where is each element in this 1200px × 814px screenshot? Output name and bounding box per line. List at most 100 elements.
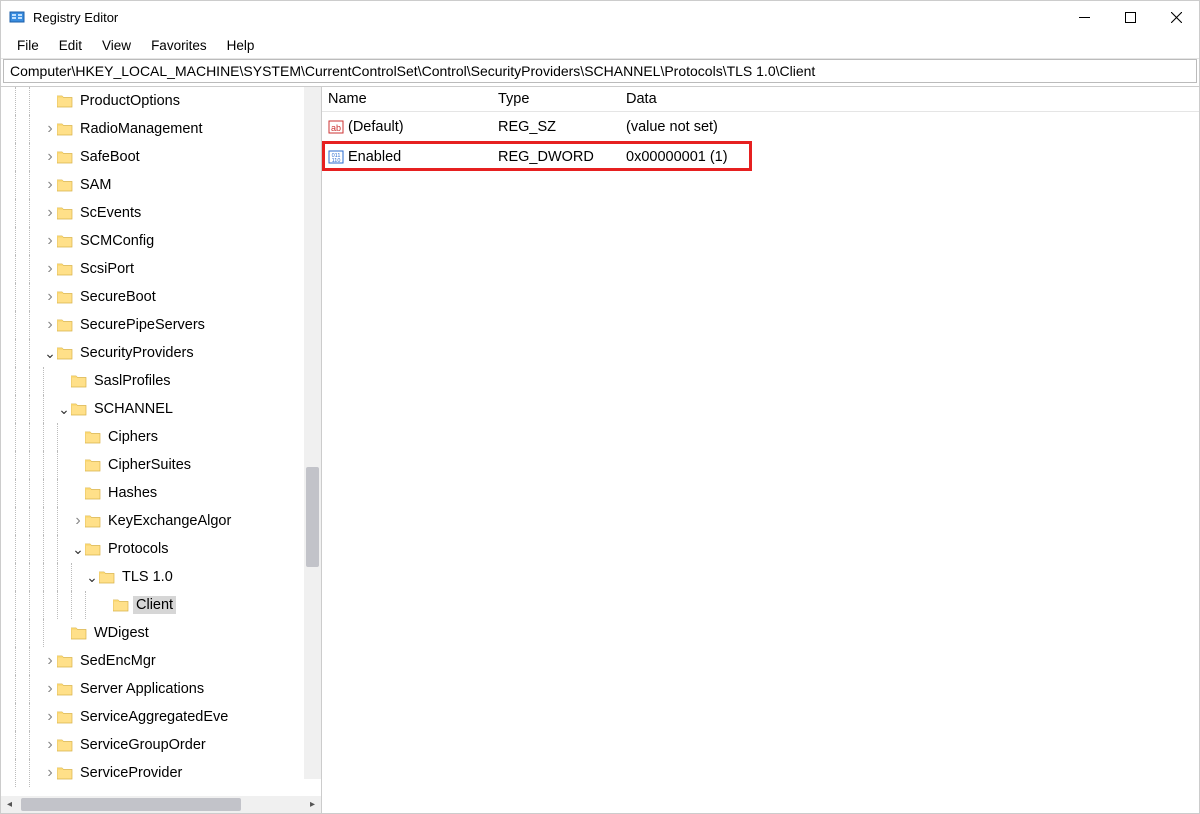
tree-item-label[interactable]: SafeBoot bbox=[77, 148, 143, 166]
folder-icon bbox=[57, 318, 73, 332]
tree-item[interactable]: ⌄ SecurityProviders bbox=[1, 339, 321, 367]
column-headers[interactable]: Name Type Data bbox=[322, 87, 1199, 112]
tree-item-label[interactable]: ServiceGroupOrder bbox=[77, 736, 209, 754]
tree-item-label[interactable]: Server Applications bbox=[77, 680, 207, 698]
chevron-down-icon[interactable]: ⌄ bbox=[71, 541, 85, 558]
tree-item[interactable]: WDigest bbox=[1, 619, 321, 647]
titlebar[interactable]: Registry Editor bbox=[1, 1, 1199, 33]
values-list[interactable]: ab(Default)REG_SZ(value not set)011110En… bbox=[322, 112, 1199, 813]
tree-item-label[interactable]: CipherSuites bbox=[105, 456, 194, 474]
tree-item[interactable]: › SAM bbox=[1, 171, 321, 199]
tree-item[interactable]: › ScsiPort bbox=[1, 255, 321, 283]
tree-item-label[interactable]: Client bbox=[133, 596, 176, 614]
tree-item-label[interactable]: WDigest bbox=[91, 624, 152, 642]
tree-item-label[interactable]: ScEvents bbox=[77, 204, 144, 222]
tree-item[interactable]: Client bbox=[1, 591, 321, 619]
menu-help[interactable]: Help bbox=[217, 35, 265, 56]
chevron-down-icon[interactable]: ⌄ bbox=[57, 401, 71, 418]
tree-item[interactable]: › ServiceAggregatedEve bbox=[1, 703, 321, 731]
scroll-left-icon[interactable]: ◂ bbox=[1, 796, 18, 813]
tree-item[interactable]: SaslProfiles bbox=[1, 367, 321, 395]
close-button[interactable] bbox=[1153, 1, 1199, 33]
chevron-right-icon[interactable]: › bbox=[43, 680, 57, 698]
tree-item[interactable]: › SecurePipeServers bbox=[1, 311, 321, 339]
tree-item-label[interactable]: Hashes bbox=[105, 484, 160, 502]
vertical-scrollbar[interactable] bbox=[304, 87, 321, 779]
value-type: REG_SZ bbox=[492, 119, 620, 135]
chevron-right-icon[interactable]: › bbox=[43, 260, 57, 278]
tree-item-label[interactable]: Ciphers bbox=[105, 428, 161, 446]
tree-item[interactable]: › KeyExchangeAlgor bbox=[1, 507, 321, 535]
binary-value-icon: 011110 bbox=[328, 149, 344, 165]
chevron-right-icon[interactable]: › bbox=[43, 120, 57, 138]
menu-file[interactable]: File bbox=[7, 35, 49, 56]
menu-view[interactable]: View bbox=[92, 35, 141, 56]
tree-item[interactable]: › ServiceGroupOrder bbox=[1, 731, 321, 759]
tree-item[interactable]: ⌄ Protocols bbox=[1, 535, 321, 563]
tree-item-label[interactable]: SecurityProviders bbox=[77, 344, 197, 362]
chevron-right-icon[interactable]: › bbox=[43, 764, 57, 782]
tree-item-label[interactable]: ScsiPort bbox=[77, 260, 137, 278]
tree-item-label[interactable]: SaslProfiles bbox=[91, 372, 174, 390]
column-type[interactable]: Type bbox=[492, 87, 620, 111]
chevron-right-icon[interactable]: › bbox=[43, 708, 57, 726]
menu-edit[interactable]: Edit bbox=[49, 35, 92, 56]
tree-item[interactable]: › SecureBoot bbox=[1, 283, 321, 311]
folder-icon bbox=[85, 514, 101, 528]
maximize-button[interactable] bbox=[1107, 1, 1153, 33]
scrollbar-thumb[interactable] bbox=[306, 467, 319, 567]
tree-item[interactable]: Ciphers bbox=[1, 423, 321, 451]
horizontal-scrollbar[interactable]: ◂ ▸ bbox=[1, 796, 321, 813]
chevron-right-icon[interactable]: › bbox=[71, 512, 85, 530]
tree-item-label[interactable]: SCHANNEL bbox=[91, 400, 176, 418]
tree-item[interactable]: › SCMConfig bbox=[1, 227, 321, 255]
chevron-right-icon[interactable]: › bbox=[43, 176, 57, 194]
chevron-right-icon[interactable]: › bbox=[43, 316, 57, 334]
tree-item-label[interactable]: SedEncMgr bbox=[77, 652, 159, 670]
tree-item-label[interactable]: KeyExchangeAlgor bbox=[105, 512, 234, 530]
tree-item[interactable]: › Server Applications bbox=[1, 675, 321, 703]
minimize-button[interactable] bbox=[1061, 1, 1107, 33]
tree-item[interactable]: › SedEncMgr bbox=[1, 647, 321, 675]
chevron-down-icon[interactable]: ⌄ bbox=[85, 569, 99, 586]
chevron-right-icon[interactable]: › bbox=[43, 736, 57, 754]
tree-item[interactable]: › ServiceProvider bbox=[1, 759, 321, 787]
tree-item-label[interactable]: Protocols bbox=[105, 540, 171, 558]
value-name: Enabled bbox=[348, 149, 401, 165]
tree-item[interactable]: CipherSuites bbox=[1, 451, 321, 479]
address-bar[interactable]: Computer\HKEY_LOCAL_MACHINE\SYSTEM\Curre… bbox=[3, 59, 1197, 83]
scrollbar-thumb[interactable] bbox=[21, 798, 241, 811]
value-row[interactable]: ab(Default)REG_SZ(value not set) bbox=[322, 112, 1199, 142]
menu-favorites[interactable]: Favorites bbox=[141, 35, 217, 56]
chevron-down-icon[interactable]: ⌄ bbox=[43, 345, 57, 362]
tree-item[interactable]: ⌄ SCHANNEL bbox=[1, 395, 321, 423]
column-name[interactable]: Name bbox=[322, 87, 492, 111]
scroll-right-icon[interactable]: ▸ bbox=[304, 796, 321, 813]
chevron-right-icon[interactable]: › bbox=[43, 148, 57, 166]
tree-item-label[interactable]: TLS 1.0 bbox=[119, 568, 176, 586]
chevron-right-icon[interactable]: › bbox=[43, 652, 57, 670]
registry-tree[interactable]: ProductOptions›RadioManagement›SafeBoot›… bbox=[1, 87, 321, 796]
tree-item-label[interactable]: RadioManagement bbox=[77, 120, 206, 138]
chevron-right-icon[interactable]: › bbox=[43, 204, 57, 222]
tree-item-label[interactable]: SAM bbox=[77, 176, 114, 194]
tree-item[interactable]: › SafeBoot bbox=[1, 143, 321, 171]
chevron-right-icon[interactable]: › bbox=[43, 232, 57, 250]
folder-icon bbox=[57, 178, 73, 192]
tree-item-label[interactable]: SCMConfig bbox=[77, 232, 157, 250]
chevron-right-icon[interactable]: › bbox=[43, 288, 57, 306]
tree-item-label[interactable]: ServiceProvider bbox=[77, 764, 185, 782]
value-row[interactable]: 011110EnabledREG_DWORD0x00000001 (1) bbox=[322, 142, 1199, 172]
tree-item[interactable]: › RadioManagement bbox=[1, 115, 321, 143]
tree-item-label[interactable]: SecureBoot bbox=[77, 288, 159, 306]
tree-item-label[interactable]: ServiceAggregatedEve bbox=[77, 708, 231, 726]
tree-item[interactable]: › ScEvents bbox=[1, 199, 321, 227]
folder-icon bbox=[57, 234, 73, 248]
content-area: ProductOptions›RadioManagement›SafeBoot›… bbox=[1, 86, 1199, 813]
tree-item-label[interactable]: ProductOptions bbox=[77, 92, 183, 110]
tree-item[interactable]: ProductOptions bbox=[1, 87, 321, 115]
tree-item[interactable]: ⌄ TLS 1.0 bbox=[1, 563, 321, 591]
tree-item-label[interactable]: SecurePipeServers bbox=[77, 316, 208, 334]
column-data[interactable]: Data bbox=[620, 87, 1199, 111]
tree-item[interactable]: Hashes bbox=[1, 479, 321, 507]
